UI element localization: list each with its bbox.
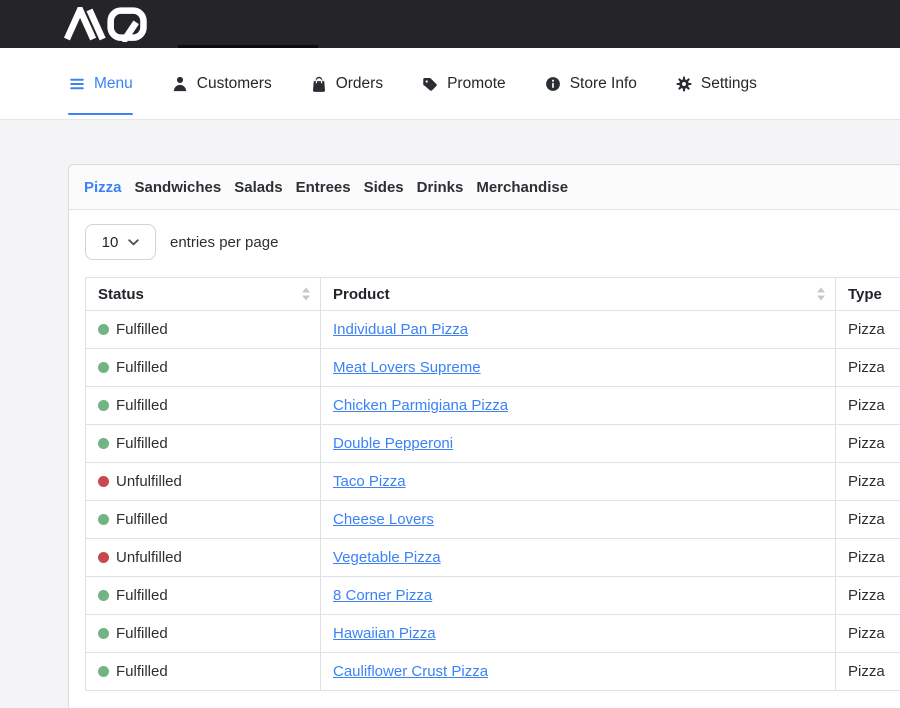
- nav-item-label: Settings: [701, 75, 757, 93]
- status-dot: [98, 590, 109, 601]
- table-row: Fulfilled Cauliflower Crust Pizza Pizza: [86, 653, 900, 691]
- tab-drinks[interactable]: Drinks: [417, 179, 464, 196]
- type-cell: Pizza: [836, 349, 900, 387]
- tab-sides[interactable]: Sides: [364, 179, 404, 196]
- status-label: Fulfilled: [116, 663, 168, 680]
- tab-sandwiches[interactable]: Sandwiches: [135, 179, 222, 196]
- status-dot: [98, 514, 109, 525]
- column-header-type[interactable]: Type: [836, 278, 900, 311]
- type-cell: Pizza: [836, 311, 900, 349]
- table-row: Fulfilled Chicken Parmigiana Pizza Pizza: [86, 387, 900, 425]
- status-label: Fulfilled: [116, 359, 168, 376]
- product-link[interactable]: Vegetable Pizza: [333, 549, 441, 566]
- chevron-down-icon: [128, 239, 139, 246]
- category-tabs: Pizza Sandwiches Salads Entrees Sides Dr…: [69, 165, 900, 210]
- sort-icon: [302, 288, 310, 301]
- status-label: Fulfilled: [116, 511, 168, 528]
- brand-logo-aiq-icon: [64, 7, 160, 42]
- entries-selected-value: 10: [102, 234, 119, 251]
- table-row: Unfulfilled Taco Pizza Pizza: [86, 463, 900, 501]
- nav-item-settings[interactable]: Settings: [675, 48, 757, 119]
- status-label: Unfulfilled: [116, 473, 182, 490]
- type-cell: Pizza: [836, 501, 900, 539]
- sort-icon: [817, 288, 825, 301]
- type-cell: Pizza: [836, 539, 900, 577]
- type-cell: Pizza: [836, 577, 900, 615]
- nav-item-label: Customers: [197, 75, 272, 93]
- status-label: Fulfilled: [116, 587, 168, 604]
- column-label: Status: [98, 286, 144, 303]
- entries-per-page-row: 10 entries per page: [85, 224, 900, 260]
- product-link[interactable]: Meat Lovers Supreme: [333, 359, 481, 376]
- tab-merchandise[interactable]: Merchandise: [476, 179, 568, 196]
- table-row: Fulfilled Individual Pan Pizza Pizza: [86, 311, 900, 349]
- primary-nav: Menu Customers Orders Promote Store Info: [0, 48, 900, 120]
- product-link[interactable]: Cheese Lovers: [333, 511, 434, 528]
- person-icon: [171, 75, 189, 93]
- table-row: Fulfilled Cheese Lovers Pizza: [86, 501, 900, 539]
- table-row: Unfulfilled Vegetable Pizza Pizza: [86, 539, 900, 577]
- tag-icon: [421, 75, 439, 93]
- products-table: Status Product Type: [85, 277, 900, 691]
- nav-item-orders[interactable]: Orders: [310, 48, 383, 119]
- table-row: Fulfilled Double Pepperoni Pizza: [86, 425, 900, 463]
- status-dot: [98, 628, 109, 639]
- status-label: Unfulfilled: [116, 549, 182, 566]
- product-link[interactable]: Taco Pizza: [333, 473, 406, 490]
- type-cell: Pizza: [836, 463, 900, 501]
- tab-entrees[interactable]: Entrees: [296, 179, 351, 196]
- type-cell: Pizza: [836, 615, 900, 653]
- column-label: Type: [848, 286, 882, 303]
- status-dot: [98, 476, 109, 487]
- menu-products-card: Pizza Sandwiches Salads Entrees Sides Dr…: [68, 164, 900, 708]
- card-body: 10 entries per page Status: [69, 210, 900, 708]
- entries-per-page-label: entries per page: [170, 234, 278, 251]
- table-header-row: Status Product Type: [86, 278, 900, 311]
- nav-item-label: Promote: [447, 75, 506, 93]
- info-icon: [544, 75, 562, 93]
- nav-item-store-info[interactable]: Store Info: [544, 48, 637, 119]
- nav-item-promote[interactable]: Promote: [421, 48, 506, 119]
- status-label: Fulfilled: [116, 321, 168, 338]
- product-link[interactable]: Chicken Parmigiana Pizza: [333, 397, 508, 414]
- tab-pizza[interactable]: Pizza: [84, 179, 122, 196]
- status-dot: [98, 362, 109, 373]
- app-header: [0, 0, 900, 48]
- column-header-status[interactable]: Status: [86, 278, 321, 311]
- tab-salads[interactable]: Salads: [234, 179, 282, 196]
- table-row: Fulfilled 8 Corner Pizza Pizza: [86, 577, 900, 615]
- nav-item-label: Orders: [336, 75, 383, 93]
- bag-icon: [310, 75, 328, 93]
- nav-item-menu[interactable]: Menu: [68, 48, 133, 119]
- status-dot: [98, 324, 109, 335]
- column-header-product[interactable]: Product: [321, 278, 836, 311]
- type-cell: Pizza: [836, 387, 900, 425]
- product-link[interactable]: Hawaiian Pizza: [333, 625, 436, 642]
- entries-per-page-select[interactable]: 10: [85, 224, 156, 260]
- gear-icon: [675, 75, 693, 93]
- status-label: Fulfilled: [116, 435, 168, 452]
- hamburger-icon: [68, 75, 86, 93]
- status-dot: [98, 666, 109, 677]
- table-row: Fulfilled Hawaiian Pizza Pizza: [86, 615, 900, 653]
- status-dot: [98, 400, 109, 411]
- status-dot: [98, 438, 109, 449]
- product-link[interactable]: Double Pepperoni: [333, 435, 453, 452]
- nav-item-customers[interactable]: Customers: [171, 48, 272, 119]
- type-cell: Pizza: [836, 425, 900, 463]
- status-label: Fulfilled: [116, 397, 168, 414]
- product-link[interactable]: Cauliflower Crust Pizza: [333, 663, 488, 680]
- product-link[interactable]: 8 Corner Pizza: [333, 587, 432, 604]
- status-label: Fulfilled: [116, 625, 168, 642]
- nav-item-label: Store Info: [570, 75, 637, 93]
- column-label: Product: [333, 286, 390, 303]
- nav-item-label: Menu: [94, 75, 133, 93]
- type-cell: Pizza: [836, 653, 900, 691]
- table-row: Fulfilled Meat Lovers Supreme Pizza: [86, 349, 900, 387]
- product-link[interactable]: Individual Pan Pizza: [333, 321, 468, 338]
- status-dot: [98, 552, 109, 563]
